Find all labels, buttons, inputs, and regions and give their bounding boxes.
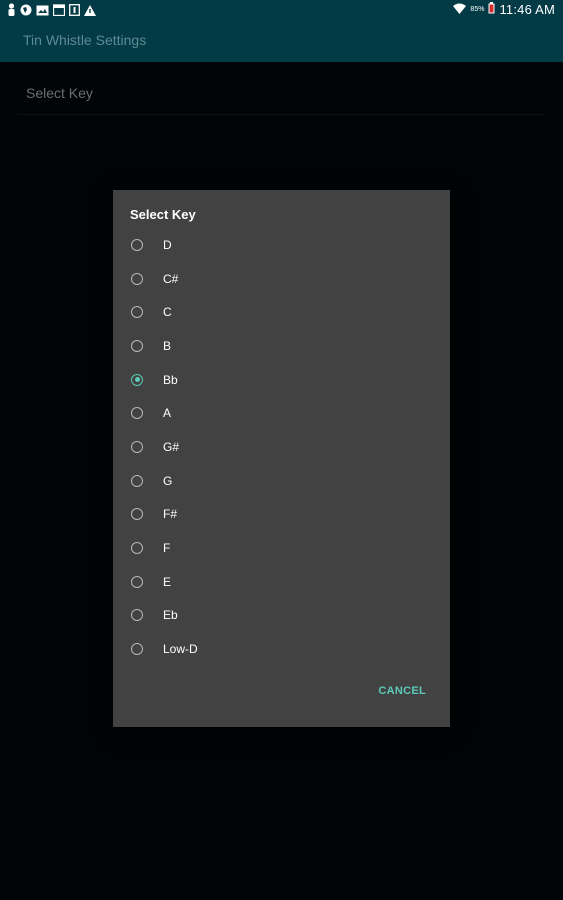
- radio-button[interactable]: [131, 306, 143, 319]
- option-label: G: [163, 473, 173, 488]
- key-option-f[interactable]: F: [113, 531, 450, 565]
- option-label: Bb: [163, 372, 178, 387]
- calendar-icon: [52, 3, 66, 21]
- radio-button[interactable]: [131, 575, 143, 588]
- radio-button[interactable]: [131, 272, 143, 285]
- battery-icon: [488, 2, 495, 17]
- radio-button[interactable]: [131, 609, 143, 622]
- option-label: G#: [163, 439, 180, 454]
- key-option-g[interactable]: G: [113, 464, 450, 498]
- cancel-button[interactable]: CANCEL: [378, 685, 426, 697]
- option-label: C#: [163, 271, 179, 286]
- option-label: Low-D: [163, 642, 198, 657]
- photo-icon: [36, 3, 49, 21]
- option-label: E: [163, 574, 172, 589]
- radio-button[interactable]: [131, 643, 143, 656]
- key-options-list: D C# C B Bb A G# G F# F E Eb Low-D: [113, 228, 450, 666]
- radio-button[interactable]: [131, 542, 143, 555]
- status-icons-right: 85% 11:46 AM: [453, 2, 555, 17]
- key-option-g-sharp[interactable]: G#: [113, 430, 450, 464]
- key-option-d[interactable]: D: [113, 228, 450, 262]
- key-option-eb[interactable]: Eb: [113, 599, 450, 633]
- radio-button[interactable]: [131, 474, 143, 487]
- option-label: A: [163, 406, 172, 421]
- option-label: Eb: [163, 608, 178, 623]
- page-title: Tin Whistle Settings: [23, 32, 147, 48]
- option-label: C: [163, 305, 172, 320]
- select-key-preference[interactable]: Select Key: [26, 85, 93, 101]
- radio-button[interactable]: [131, 373, 143, 386]
- option-label: B: [163, 338, 172, 353]
- radio-button[interactable]: [131, 407, 143, 420]
- warning-icon: [84, 3, 96, 21]
- key-option-low-d[interactable]: Low-D: [113, 632, 450, 666]
- option-label: F#: [163, 507, 178, 522]
- battery-percent: 85%: [470, 6, 485, 13]
- clock: 11:46 AM: [499, 2, 555, 17]
- radio-button[interactable]: [131, 508, 143, 521]
- notification-icon: [69, 3, 80, 21]
- status-bar: 85% 11:46 AM: [0, 0, 563, 20]
- key-option-e[interactable]: E: [113, 565, 450, 599]
- option-label: D: [163, 237, 172, 252]
- person-icon: [7, 3, 16, 21]
- dialog-title: Select Key: [130, 207, 196, 222]
- option-label: F: [163, 541, 171, 556]
- key-option-f-sharp[interactable]: F#: [113, 498, 450, 532]
- key-option-a[interactable]: A: [113, 396, 450, 430]
- key-option-c-sharp[interactable]: C#: [113, 262, 450, 296]
- app-bar: Tin Whistle Settings: [0, 20, 563, 62]
- radio-button[interactable]: [131, 440, 143, 453]
- wifi-icon: [453, 3, 467, 17]
- divider: [18, 114, 545, 115]
- key-option-c[interactable]: C: [113, 295, 450, 329]
- select-key-dialog: Select Key D C# C B Bb A G# G F# F E Eb Low-D CANCEL: [113, 190, 450, 727]
- status-icons-left: [7, 3, 96, 21]
- key-option-bb[interactable]: Bb: [113, 363, 450, 397]
- radio-button[interactable]: [131, 238, 143, 251]
- globe-icon: [20, 3, 32, 21]
- radio-button[interactable]: [131, 339, 143, 352]
- key-option-b[interactable]: B: [113, 329, 450, 363]
